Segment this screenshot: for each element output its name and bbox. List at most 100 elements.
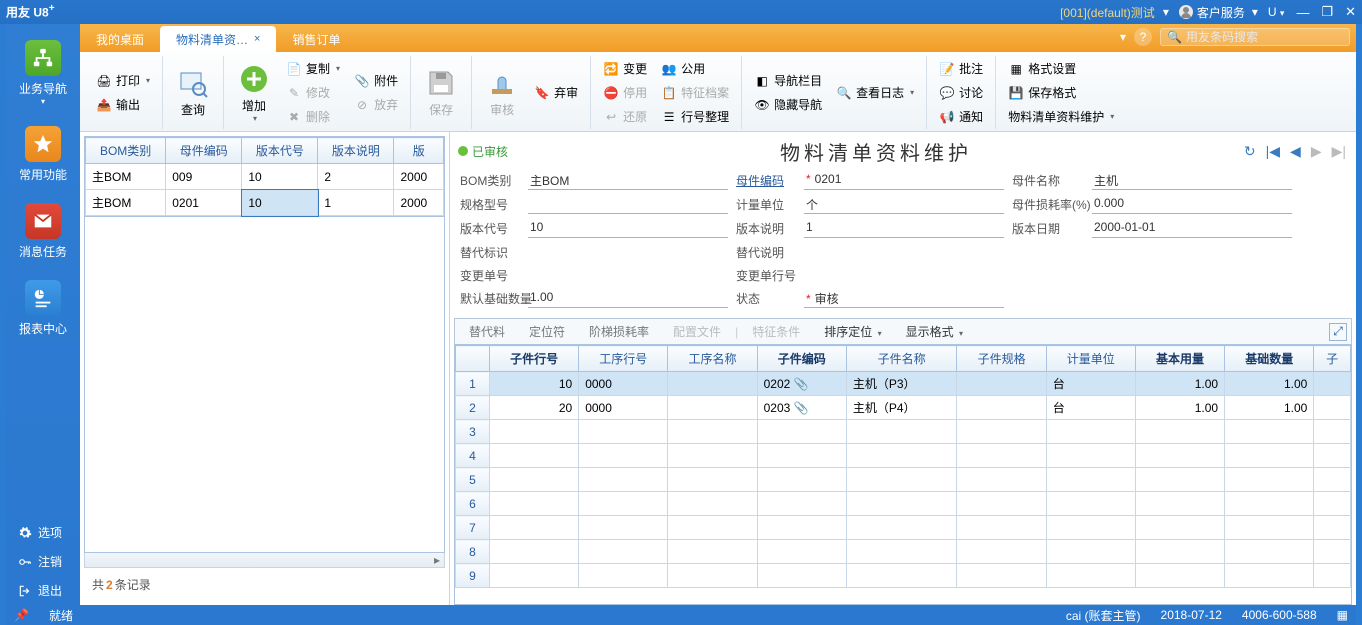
tab-desktop[interactable]: 我的桌面: [80, 26, 160, 52]
log-button[interactable]: 🔍查看日志▾: [830, 82, 920, 104]
print-button[interactable]: 🖨打印▾: [90, 70, 156, 92]
sidebar-exit[interactable]: 退出: [6, 576, 80, 605]
tab-salesorder[interactable]: 销售订单: [276, 26, 356, 52]
col-parentcode[interactable]: 母件编码: [166, 138, 242, 164]
dtab-steploss[interactable]: 阶梯损耗率: [579, 321, 659, 342]
fmtsave-button[interactable]: 💾保存格式: [1002, 82, 1120, 104]
close-icon[interactable]: ×: [254, 33, 260, 45]
sidebar-nav-messages[interactable]: 消息任务: [6, 193, 80, 270]
field-unit[interactable]: 个: [804, 196, 1004, 214]
discuss-button[interactable]: 💬讨论: [933, 82, 989, 104]
last-button[interactable]: ▶|: [1332, 143, 1346, 160]
audit-button[interactable]: 审核: [478, 56, 526, 129]
dtab-locator[interactable]: 定位符: [519, 321, 575, 342]
tab-overflow-icon[interactable]: ▾: [1120, 30, 1126, 44]
query-button[interactable]: 查询: [169, 56, 217, 129]
sidebar-nav-reports[interactable]: 报表中心: [6, 270, 80, 347]
next-button[interactable]: ▶: [1311, 143, 1322, 160]
col-bomtype[interactable]: BOM类别: [86, 138, 166, 164]
col-name[interactable]: 子件名称: [846, 346, 957, 372]
status-qr-icon[interactable]: ▦: [1337, 608, 1348, 622]
dtab-config[interactable]: 配置文件: [663, 321, 731, 342]
tab-bom[interactable]: 物料清单资…×: [160, 26, 276, 52]
bom-list-grid[interactable]: BOM类别 母件编码 版本代号 版本说明 版 主BOM0091022000 主B…: [84, 136, 445, 217]
detail-row[interactable]: 6: [456, 492, 1351, 516]
export-button[interactable]: 📤输出: [90, 94, 156, 116]
navbar-button[interactable]: ◧导航栏目: [748, 70, 828, 92]
detail-row[interactable]: 22000000203 📎主机（P4）台1.001.00: [456, 396, 1351, 420]
abandon-button[interactable]: ⊘放弃: [348, 94, 404, 116]
minimize-button[interactable]: —: [1296, 5, 1309, 20]
detail-row[interactable]: 11000000202 📎主机（P3）台1.001.00: [456, 372, 1351, 396]
field-verdate[interactable]: 2000-01-01: [1092, 220, 1292, 238]
change-button[interactable]: 🔁变更: [597, 58, 653, 80]
detail-row[interactable]: 5: [456, 468, 1351, 492]
col-trunc[interactable]: 版: [394, 138, 444, 164]
notify-button[interactable]: 📢通知: [933, 106, 989, 128]
save-button[interactable]: 保存: [417, 56, 465, 129]
restore-button[interactable]: ↩还原: [597, 106, 653, 128]
dtab-feature[interactable]: 特征条件: [742, 321, 810, 342]
session-dropdown-icon[interactable]: ▾: [1163, 5, 1169, 19]
sidebar-options[interactable]: 选项: [6, 518, 80, 547]
col-verdesc[interactable]: 版本说明: [318, 138, 394, 164]
dtab-display[interactable]: 显示格式 ▾: [896, 321, 973, 342]
col-version[interactable]: 版本代号: [242, 138, 318, 164]
note-button[interactable]: 📝批注: [933, 58, 989, 80]
field-parentcode[interactable]: *0201: [804, 172, 1004, 190]
pin-icon[interactable]: 📌: [14, 608, 29, 622]
dtab-substitute[interactable]: 替代料: [459, 321, 515, 342]
field-parentname[interactable]: 主机: [1092, 172, 1292, 190]
col-rownum[interactable]: [456, 346, 490, 372]
col-unit[interactable]: 计量单位: [1046, 346, 1135, 372]
first-button[interactable]: |◀: [1266, 143, 1280, 160]
field-lossrate[interactable]: 0.000: [1092, 196, 1292, 214]
customer-service-button[interactable]: 客户服务▾: [1179, 4, 1258, 21]
module-dropdown[interactable]: 物料清单资料维护▾: [1002, 106, 1120, 128]
detail-row[interactable]: 7: [456, 516, 1351, 540]
col-trunc[interactable]: 子: [1314, 346, 1351, 372]
sidebar-nav-business[interactable]: 业务导航▾: [6, 30, 80, 116]
modify-button[interactable]: ✎修改: [280, 82, 346, 104]
close-button[interactable]: ✕: [1345, 4, 1356, 20]
col-spec[interactable]: 子件规格: [957, 346, 1046, 372]
grid-row[interactable]: 主BOM0091022000: [86, 164, 444, 190]
hidenav-button[interactable]: 👁隐藏导航: [748, 94, 828, 116]
rowfix-button[interactable]: ☰行号整理: [655, 106, 735, 128]
col-qty[interactable]: 基础数量: [1225, 346, 1314, 372]
col-line[interactable]: 子件行号: [490, 346, 579, 372]
public-button[interactable]: 👥公用: [655, 58, 735, 80]
expand-button[interactable]: ⤢: [1329, 323, 1347, 341]
dtab-sort[interactable]: 排序定位 ▾: [814, 321, 891, 342]
stop-button[interactable]: ⛔停用: [597, 82, 653, 104]
detail-row[interactable]: 8: [456, 540, 1351, 564]
prev-button[interactable]: ◀: [1290, 143, 1301, 160]
sidebar-nav-favorites[interactable]: 常用功能: [6, 116, 80, 193]
help-icon[interactable]: ?: [1134, 28, 1152, 46]
label-parentcode[interactable]: 母件编码: [736, 172, 796, 190]
field-baseqty[interactable]: 1.00: [528, 290, 728, 308]
detail-row[interactable]: 3: [456, 420, 1351, 444]
detail-row[interactable]: 4: [456, 444, 1351, 468]
detail-row[interactable]: 9: [456, 564, 1351, 588]
col-code[interactable]: 子件编码: [757, 346, 846, 372]
refresh-button[interactable]: ↻: [1244, 143, 1256, 160]
field-bomtype[interactable]: 主BOM: [528, 172, 728, 190]
field-ver[interactable]: 10: [528, 220, 728, 238]
field-status[interactable]: *审核: [804, 290, 1004, 308]
col-base[interactable]: 基本用量: [1135, 346, 1224, 372]
attach-button[interactable]: 📎附件: [348, 70, 404, 92]
fmtset-button[interactable]: ▦格式设置: [1002, 58, 1120, 80]
spec-button[interactable]: 📋特征档案: [655, 82, 735, 104]
add-button[interactable]: 增加▾: [230, 56, 278, 129]
grid-row[interactable]: 主BOM02011012000: [86, 190, 444, 216]
delete-button[interactable]: ✖删除: [280, 106, 346, 128]
field-verdesc[interactable]: 1: [804, 220, 1004, 238]
search-input[interactable]: [1186, 30, 1343, 44]
restore-button[interactable]: ❐: [1321, 4, 1333, 20]
detail-grid[interactable]: 子件行号 工序行号 工序名称 子件编码 子件名称 子件规格 计量单位 基本用量 …: [454, 344, 1352, 605]
search-box[interactable]: 🔍: [1160, 28, 1350, 46]
scroll-right-icon[interactable]: ▸: [430, 553, 444, 567]
col-procname[interactable]: 工序名称: [668, 346, 757, 372]
u-menu[interactable]: U ▾: [1268, 5, 1285, 19]
